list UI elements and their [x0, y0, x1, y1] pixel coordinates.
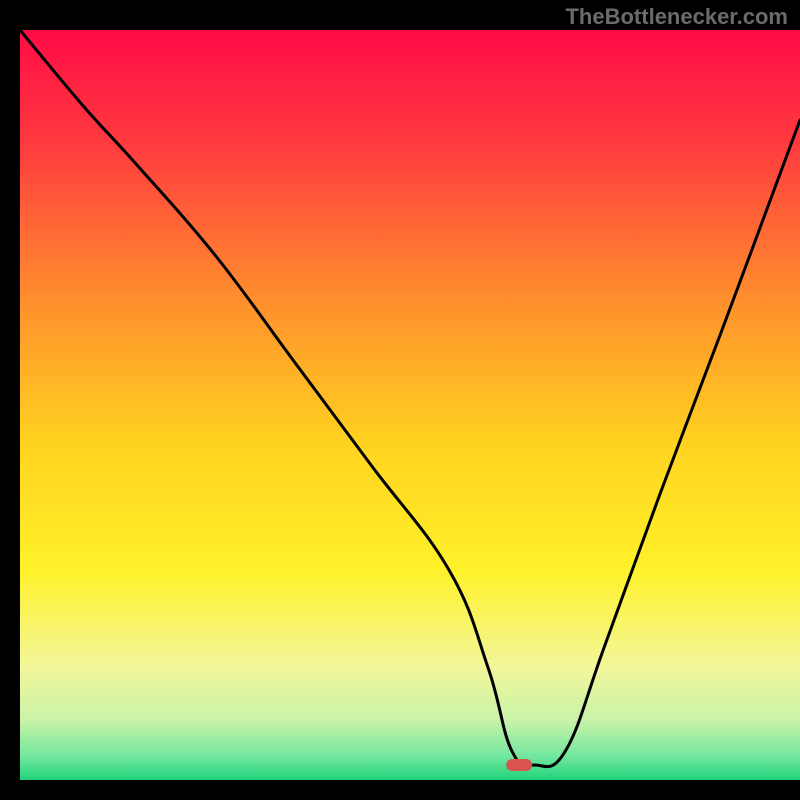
watermark-text: TheBottlenecker.com — [565, 4, 788, 30]
optimal-point-marker — [506, 759, 532, 771]
chart-svg — [0, 0, 800, 800]
bottleneck-chart — [0, 0, 800, 800]
gradient-background — [20, 30, 800, 780]
